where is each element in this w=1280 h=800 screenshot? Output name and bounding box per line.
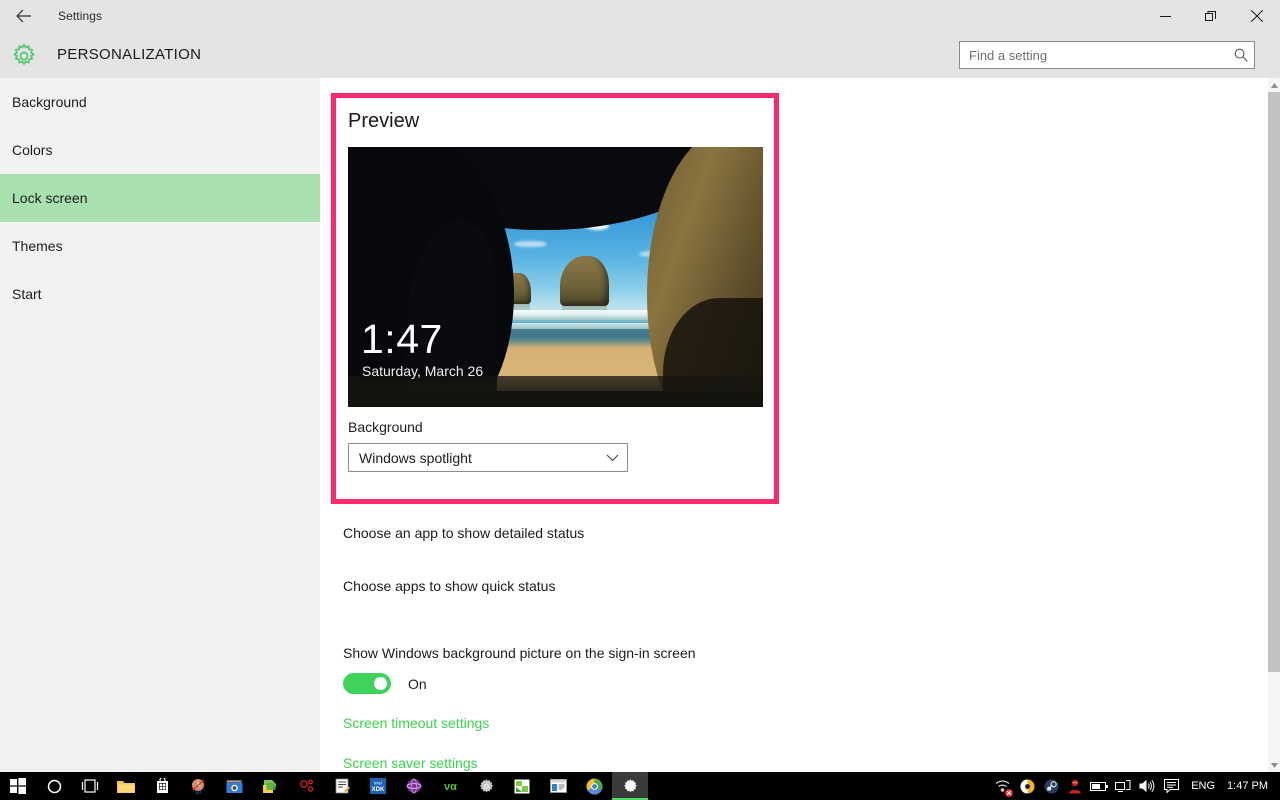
settings-window: Settings PERSONALIZATION Find a setting …: [0, 0, 1280, 800]
network-disconnected-icon[interactable]: [991, 772, 1015, 800]
cortana-circle-icon[interactable]: [36, 772, 72, 800]
page-title: PERSONALIZATION: [57, 46, 202, 63]
steam-icon[interactable]: [1039, 772, 1063, 800]
sidebar-item-themes[interactable]: Themes: [0, 222, 320, 270]
detailed-status-option[interactable]: Choose an app to show detailed status: [343, 525, 584, 541]
svg-text:να: να: [444, 781, 457, 793]
window-controls: [1142, 0, 1280, 32]
chrome-icon[interactable]: [576, 772, 612, 800]
sphere-icon[interactable]: [396, 772, 432, 800]
sidebar-item-start[interactable]: Start: [0, 270, 320, 318]
monitor-network-icon[interactable]: [1111, 772, 1135, 800]
background-select-value: Windows spotlight: [359, 449, 472, 466]
window-icon[interactable]: [540, 772, 576, 800]
sidebar-item-lock-screen[interactable]: Lock screen: [0, 174, 320, 222]
shield-icon[interactable]: [1015, 772, 1039, 800]
store-bag-icon[interactable]: [144, 772, 180, 800]
notification-icon[interactable]: [1159, 772, 1183, 800]
svg-text:00: 00: [195, 790, 201, 795]
lock-screen-date: Saturday, March 26: [362, 363, 484, 379]
window-title: Settings: [58, 9, 103, 23]
start-button[interactable]: [0, 772, 36, 800]
screen-saver-settings-link[interactable]: Screen saver settings: [343, 755, 478, 771]
page-header: PERSONALIZATION: [0, 32, 1280, 78]
chevron-down-icon: [606, 454, 619, 462]
scrollbar-thumb[interactable]: [1268, 92, 1280, 672]
intel-xdk-icon[interactable]: intel XDK: [360, 772, 396, 800]
background-label: Background: [348, 419, 423, 435]
signin-picture-toggle-row: On: [343, 673, 427, 694]
gear-icon[interactable]: [468, 772, 504, 800]
signin-picture-label: Show Windows background picture on the s…: [343, 645, 696, 661]
task-view-icon[interactable]: [72, 772, 108, 800]
sidebar: Background Colors Lock screen Themes Sta…: [0, 78, 320, 772]
toggle-knob: [374, 677, 387, 690]
background-select[interactable]: Windows spotlight: [348, 443, 628, 472]
signin-picture-toggle[interactable]: [343, 673, 391, 694]
chevron-up-icon[interactable]: [1268, 78, 1280, 92]
lock-screen-time: 1:47: [361, 316, 443, 362]
search-box[interactable]: [959, 41, 1255, 69]
close-button[interactable]: [1234, 0, 1280, 32]
settings-button[interactable]: [612, 772, 648, 800]
preview-highlight-box: Preview 1:47 Saturday, March 26 Backgrou…: [331, 93, 779, 504]
sidebar-item-label: Background: [12, 94, 87, 110]
sidebar-item-label: Colors: [12, 142, 53, 158]
quick-status-option[interactable]: Choose apps to show quick status: [343, 578, 555, 594]
photos-icon[interactable]: [252, 772, 288, 800]
chevron-down-icon[interactable]: [1268, 758, 1280, 772]
screen-timeout-settings-link[interactable]: Screen timeout settings: [343, 715, 489, 731]
lock-screen-preview: 1:47 Saturday, March 26: [348, 147, 763, 407]
search-input[interactable]: [960, 47, 1228, 63]
system-tray: ENG 1:47 PM: [991, 772, 1280, 800]
minimize-button[interactable]: [1142, 0, 1188, 32]
cave-floor: [348, 391, 763, 407]
titlebar: Settings: [0, 0, 1280, 32]
person-icon[interactable]: [1063, 772, 1087, 800]
restore-button[interactable]: [1188, 0, 1234, 32]
search-icon: [1228, 48, 1254, 62]
notepad-icon[interactable]: [324, 772, 360, 800]
sidebar-item-background[interactable]: Background: [0, 78, 320, 126]
back-button[interactable]: [0, 0, 48, 32]
folder-icon[interactable]: [108, 772, 144, 800]
settings-content: Preview 1:47 Saturday, March 26 Backgrou…: [320, 78, 1268, 772]
sidebar-item-label: Themes: [12, 238, 63, 254]
sidebar-item-label: Lock screen: [12, 190, 88, 206]
toggle-state-label: On: [408, 675, 427, 692]
taskbar: 00 intel XDK να ENG 1:47 PM: [0, 772, 1280, 800]
gear-icon: [11, 43, 37, 69]
sidebar-item-label: Start: [12, 286, 42, 302]
svg-text:XDK: XDK: [372, 787, 385, 793]
sidebar-item-colors[interactable]: Colors: [0, 126, 320, 174]
svg-text:intel: intel: [374, 781, 382, 786]
clock[interactable]: 1:47 PM: [1223, 780, 1280, 792]
language-indicator[interactable]: ENG: [1183, 780, 1223, 792]
preview-heading: Preview: [348, 110, 420, 132]
green-square-icon[interactable]: [504, 772, 540, 800]
clock-app-icon[interactable]: 00: [180, 772, 216, 800]
gears-icon[interactable]: [288, 772, 324, 800]
camera-app-icon[interactable]: [216, 772, 252, 800]
battery-icon[interactable]: [1087, 772, 1111, 800]
speaker-icon[interactable]: [1135, 772, 1159, 800]
content-scrollbar[interactable]: [1268, 78, 1280, 772]
green-glyph-icon[interactable]: να: [432, 772, 468, 800]
